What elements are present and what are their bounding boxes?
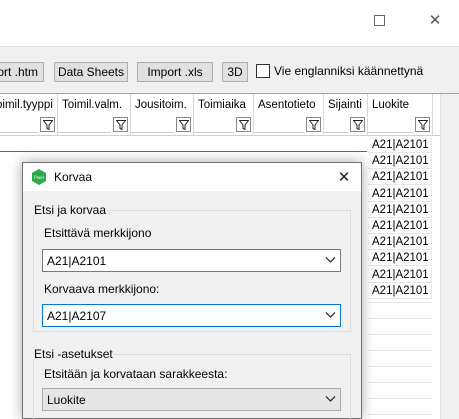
empty-row-line bbox=[368, 398, 432, 399]
filter-icon[interactable] bbox=[415, 117, 430, 132]
column-header-label: Luokite bbox=[372, 99, 410, 111]
filter-icon[interactable] bbox=[113, 117, 128, 132]
search-column-value: Luokite bbox=[47, 393, 86, 407]
filter-edit-field[interactable] bbox=[254, 132, 304, 133]
column-header-label: Toimil.valm. bbox=[62, 99, 123, 111]
filter-edit-field[interactable] bbox=[58, 132, 111, 133]
filter-edit-field[interactable] bbox=[131, 132, 174, 133]
luokite-cell[interactable]: A21|A2101 bbox=[368, 235, 432, 251]
col-toimil-tyyppi-header[interactable]: oimil.tyyppi bbox=[0, 94, 58, 136]
grid-header: oimil.tyyppi Toimil.valm. Jousitoim. Toimia… bbox=[0, 94, 459, 136]
search-column-select[interactable]: Luokite bbox=[42, 388, 341, 411]
luokite-cell[interactable]: A21|A2101 bbox=[368, 202, 432, 218]
maximize-icon bbox=[373, 14, 385, 26]
empty-row-line bbox=[368, 350, 432, 351]
luokite-cell[interactable]: A21|A2101 bbox=[368, 219, 432, 234]
luokite-cell[interactable]: A21|A2101 bbox=[368, 186, 432, 202]
find-string-value: A21|A2101 bbox=[47, 254, 107, 268]
luokite-cell[interactable]: A21|A2101 bbox=[368, 138, 432, 153]
dialog-title-bar: Pixel Korvaa ✕ bbox=[23, 163, 361, 191]
filter-icon[interactable] bbox=[350, 117, 365, 132]
chevron-down-icon bbox=[325, 257, 336, 263]
maximize-button[interactable] bbox=[369, 10, 389, 30]
chevron-down-icon bbox=[325, 312, 336, 318]
column-header-label: oimil.tyyppi bbox=[0, 99, 53, 111]
filter-icon[interactable] bbox=[40, 117, 55, 132]
close-button[interactable]: ✕ bbox=[425, 10, 445, 30]
dialog-close-button[interactable]: ✕ bbox=[332, 166, 356, 188]
export-htm-button[interactable]: ort .htm bbox=[0, 62, 44, 82]
dialog-title: Korvaa bbox=[54, 170, 93, 184]
column-header-label: Asentotieto bbox=[258, 99, 316, 111]
empty-row-line bbox=[368, 302, 432, 303]
replace-string-value: A21|A2107 bbox=[47, 309, 107, 323]
empty-row-line bbox=[368, 334, 432, 335]
col-toimiaika-header[interactable]: Toimiaika bbox=[194, 94, 254, 136]
col-toimil-valm-header[interactable]: Toimil.valm. bbox=[58, 94, 131, 136]
col-luokite-header[interactable]: Luokite bbox=[368, 94, 433, 136]
replace-string-label: Korvaava merkkijono: bbox=[44, 282, 160, 296]
luokite-cell[interactable]: A21|A2101 bbox=[368, 251, 432, 267]
replace-dialog: Pixel Korvaa ✕ Etsi ja korvaa Etsittävä … bbox=[22, 162, 362, 419]
empty-row-line bbox=[368, 366, 432, 367]
find-replace-group-title: Etsi ja korvaa bbox=[33, 203, 108, 217]
col-sijainti-header[interactable]: Sijainti bbox=[324, 94, 368, 136]
filter-icon[interactable] bbox=[176, 117, 191, 132]
col-asentotieto-header[interactable]: Asentotieto bbox=[254, 94, 324, 136]
filter-icon[interactable] bbox=[236, 117, 251, 132]
empty-row-line bbox=[368, 318, 432, 319]
chevron-down-icon bbox=[325, 396, 336, 402]
luokite-cell[interactable]: A21|A2101 bbox=[368, 283, 432, 299]
filter-edit-field[interactable] bbox=[368, 132, 413, 133]
filter-edit-field[interactable] bbox=[324, 132, 348, 133]
filter-edit-field[interactable] bbox=[0, 132, 38, 133]
data-sheets-button[interactable]: Data Sheets bbox=[54, 62, 128, 82]
selected-row-indicator bbox=[0, 151, 367, 152]
app-logo-text: Pixel bbox=[34, 175, 44, 180]
close-icon: ✕ bbox=[428, 11, 442, 29]
search-column-label: Etsitään ja korvataan sarakkeesta: bbox=[44, 367, 228, 381]
main-title-bar: ✕ bbox=[0, 0, 459, 46]
find-string-label: Etsittävä merkkijono bbox=[44, 226, 152, 240]
luokite-cell[interactable]: A21|A2101 bbox=[368, 154, 432, 170]
replace-string-combobox[interactable]: A21|A2107 bbox=[42, 304, 341, 327]
col-jousitoim-header[interactable]: Jousitoim. bbox=[131, 94, 194, 136]
filter-edit-field[interactable] bbox=[194, 132, 234, 133]
empty-row-line bbox=[368, 414, 432, 415]
search-options-group-title: Etsi -asetukset bbox=[33, 347, 114, 361]
column-header-label: Toimiaika bbox=[198, 99, 246, 111]
find-string-combobox[interactable]: A21|A2101 bbox=[42, 249, 341, 272]
filter-icon[interactable] bbox=[306, 117, 321, 132]
luokite-cell[interactable]: A21|A2101 bbox=[368, 267, 432, 283]
column-header-label: Jousitoim. bbox=[135, 99, 187, 111]
empty-row-line bbox=[368, 382, 432, 383]
app-logo-icon: Pixel bbox=[32, 169, 46, 185]
toolbar: ort .htm Data Sheets Import .xls 3D Vie … bbox=[0, 46, 459, 93]
vertical-scrollbar[interactable] bbox=[440, 94, 459, 419]
luokite-cell[interactable]: A21|A2101 bbox=[368, 170, 432, 186]
3d-button[interactable]: 3D bbox=[222, 62, 248, 82]
column-header-label: Sijainti bbox=[328, 99, 362, 111]
close-icon: ✕ bbox=[337, 168, 351, 186]
import-xls-button[interactable]: Import .xls bbox=[137, 62, 213, 82]
english-translation-label: Vie englanniksi käännettynä bbox=[274, 64, 424, 78]
english-translation-checkbox[interactable] bbox=[256, 64, 270, 78]
